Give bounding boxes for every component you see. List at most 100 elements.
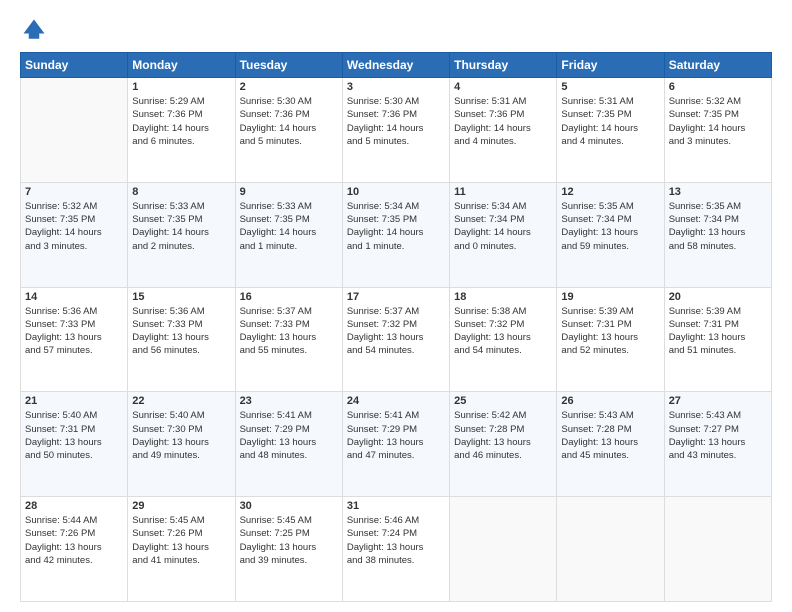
weekday-header-sunday: Sunday bbox=[21, 53, 128, 78]
day-info: Sunrise: 5:30 AM Sunset: 7:36 PM Dayligh… bbox=[240, 95, 338, 148]
day-number: 25 bbox=[454, 395, 552, 407]
day-cell: 21 Sunrise: 5:40 AM Sunset: 7:31 PM Dayli… bbox=[21, 392, 128, 497]
day-number: 21 bbox=[25, 395, 123, 407]
day-cell: 20 Sunrise: 5:39 AM Sunset: 7:31 PM Dayli… bbox=[664, 287, 771, 392]
day-info: Sunrise: 5:46 AM Sunset: 7:24 PM Dayligh… bbox=[347, 514, 445, 567]
day-cell: 7 Sunrise: 5:32 AM Sunset: 7:35 PM Daylig… bbox=[21, 182, 128, 287]
day-number: 5 bbox=[561, 81, 659, 93]
day-cell: 13 Sunrise: 5:35 AM Sunset: 7:34 PM Dayli… bbox=[664, 182, 771, 287]
day-number: 23 bbox=[240, 395, 338, 407]
page: SundayMondayTuesdayWednesdayThursdayFrid… bbox=[0, 0, 792, 612]
weekday-header-friday: Friday bbox=[557, 53, 664, 78]
day-cell bbox=[557, 497, 664, 602]
day-info: Sunrise: 5:37 AM Sunset: 7:32 PM Dayligh… bbox=[347, 305, 445, 358]
day-cell: 10 Sunrise: 5:34 AM Sunset: 7:35 PM Dayli… bbox=[342, 182, 449, 287]
day-number: 8 bbox=[132, 186, 230, 198]
day-cell: 3Sunrise: 5:30 AM Sunset: 7:36 PM Daylig… bbox=[342, 78, 449, 183]
day-info: Sunrise: 5:40 AM Sunset: 7:30 PM Dayligh… bbox=[132, 409, 230, 462]
day-number: 29 bbox=[132, 500, 230, 512]
day-number: 22 bbox=[132, 395, 230, 407]
week-row-3: 14Sunrise: 5:36 AM Sunset: 7:33 PM Dayli… bbox=[21, 287, 772, 392]
logo-icon bbox=[20, 16, 48, 44]
day-cell: 14Sunrise: 5:36 AM Sunset: 7:33 PM Dayli… bbox=[21, 287, 128, 392]
day-info: Sunrise: 5:34 AM Sunset: 7:34 PM Dayligh… bbox=[454, 200, 552, 253]
day-number: 20 bbox=[669, 291, 767, 303]
day-number: 26 bbox=[561, 395, 659, 407]
day-info: Sunrise: 5:31 AM Sunset: 7:35 PM Dayligh… bbox=[561, 95, 659, 148]
weekday-header-wednesday: Wednesday bbox=[342, 53, 449, 78]
weekday-header-tuesday: Tuesday bbox=[235, 53, 342, 78]
day-number: 11 bbox=[454, 186, 552, 198]
day-number: 12 bbox=[561, 186, 659, 198]
day-info: Sunrise: 5:34 AM Sunset: 7:35 PM Dayligh… bbox=[347, 200, 445, 253]
day-number: 7 bbox=[25, 186, 123, 198]
week-row-2: 7 Sunrise: 5:32 AM Sunset: 7:35 PM Daylig… bbox=[21, 182, 772, 287]
day-info: Sunrise: 5:31 AM Sunset: 7:36 PM Dayligh… bbox=[454, 95, 552, 148]
day-info: Sunrise: 5:33 AM Sunset: 7:35 PM Dayligh… bbox=[240, 200, 338, 253]
weekday-header-monday: Monday bbox=[128, 53, 235, 78]
day-info: Sunrise: 5:32 AM Sunset: 7:35 PM Dayligh… bbox=[25, 200, 123, 253]
day-info: Sunrise: 5:36 AM Sunset: 7:33 PM Dayligh… bbox=[132, 305, 230, 358]
day-info: Sunrise: 5:40 AM Sunset: 7:31 PM Dayligh… bbox=[25, 409, 123, 462]
weekday-header-thursday: Thursday bbox=[450, 53, 557, 78]
day-info: Sunrise: 5:39 AM Sunset: 7:31 PM Dayligh… bbox=[561, 305, 659, 358]
day-info: Sunrise: 5:39 AM Sunset: 7:31 PM Dayligh… bbox=[669, 305, 767, 358]
calendar-table: SundayMondayTuesdayWednesdayThursdayFrid… bbox=[20, 52, 772, 602]
day-cell: 31 Sunrise: 5:46 AM Sunset: 7:24 PM Dayli… bbox=[342, 497, 449, 602]
day-info: Sunrise: 5:38 AM Sunset: 7:32 PM Dayligh… bbox=[454, 305, 552, 358]
day-info: Sunrise: 5:36 AM Sunset: 7:33 PM Dayligh… bbox=[25, 305, 123, 358]
day-number: 31 bbox=[347, 500, 445, 512]
day-info: Sunrise: 5:44 AM Sunset: 7:26 PM Dayligh… bbox=[25, 514, 123, 567]
day-info: Sunrise: 5:29 AM Sunset: 7:36 PM Dayligh… bbox=[132, 95, 230, 148]
week-row-1: 1Sunrise: 5:29 AM Sunset: 7:36 PM Daylig… bbox=[21, 78, 772, 183]
day-info: Sunrise: 5:35 AM Sunset: 7:34 PM Dayligh… bbox=[561, 200, 659, 253]
day-cell: 26Sunrise: 5:43 AM Sunset: 7:28 PM Dayli… bbox=[557, 392, 664, 497]
day-info: Sunrise: 5:41 AM Sunset: 7:29 PM Dayligh… bbox=[347, 409, 445, 462]
day-cell: 19 Sunrise: 5:39 AM Sunset: 7:31 PM Dayli… bbox=[557, 287, 664, 392]
day-number: 4 bbox=[454, 81, 552, 93]
day-cell: 29 Sunrise: 5:45 AM Sunset: 7:26 PM Dayli… bbox=[128, 497, 235, 602]
day-cell: 22 Sunrise: 5:40 AM Sunset: 7:30 PM Dayli… bbox=[128, 392, 235, 497]
day-cell: 23Sunrise: 5:41 AM Sunset: 7:29 PM Dayli… bbox=[235, 392, 342, 497]
day-info: Sunrise: 5:33 AM Sunset: 7:35 PM Dayligh… bbox=[132, 200, 230, 253]
logo bbox=[20, 16, 52, 44]
day-cell bbox=[664, 497, 771, 602]
day-number: 9 bbox=[240, 186, 338, 198]
day-info: Sunrise: 5:45 AM Sunset: 7:26 PM Dayligh… bbox=[132, 514, 230, 567]
day-cell: 4 Sunrise: 5:31 AM Sunset: 7:36 PM Daylig… bbox=[450, 78, 557, 183]
day-number: 6 bbox=[669, 81, 767, 93]
day-cell: 8 Sunrise: 5:33 AM Sunset: 7:35 PM Daylig… bbox=[128, 182, 235, 287]
day-cell: 28 Sunrise: 5:44 AM Sunset: 7:26 PM Dayli… bbox=[21, 497, 128, 602]
week-row-5: 28 Sunrise: 5:44 AM Sunset: 7:26 PM Dayli… bbox=[21, 497, 772, 602]
day-info: Sunrise: 5:37 AM Sunset: 7:33 PM Dayligh… bbox=[240, 305, 338, 358]
day-number: 16 bbox=[240, 291, 338, 303]
day-number: 10 bbox=[347, 186, 445, 198]
day-cell: 27Sunrise: 5:43 AM Sunset: 7:27 PM Dayli… bbox=[664, 392, 771, 497]
day-number: 13 bbox=[669, 186, 767, 198]
day-number: 19 bbox=[561, 291, 659, 303]
day-number: 3 bbox=[347, 81, 445, 93]
day-number: 30 bbox=[240, 500, 338, 512]
day-cell bbox=[21, 78, 128, 183]
day-cell: 30 Sunrise: 5:45 AM Sunset: 7:25 PM Dayli… bbox=[235, 497, 342, 602]
day-number: 27 bbox=[669, 395, 767, 407]
day-cell: 25 Sunrise: 5:42 AM Sunset: 7:28 PM Dayli… bbox=[450, 392, 557, 497]
day-cell: 1Sunrise: 5:29 AM Sunset: 7:36 PM Daylig… bbox=[128, 78, 235, 183]
day-cell: 24 Sunrise: 5:41 AM Sunset: 7:29 PM Dayli… bbox=[342, 392, 449, 497]
day-number: 28 bbox=[25, 500, 123, 512]
day-cell: 18Sunrise: 5:38 AM Sunset: 7:32 PM Dayli… bbox=[450, 287, 557, 392]
day-cell bbox=[450, 497, 557, 602]
day-cell: 15Sunrise: 5:36 AM Sunset: 7:33 PM Dayli… bbox=[128, 287, 235, 392]
day-info: Sunrise: 5:42 AM Sunset: 7:28 PM Dayligh… bbox=[454, 409, 552, 462]
header bbox=[20, 16, 772, 44]
day-cell: 5 Sunrise: 5:31 AM Sunset: 7:35 PM Daylig… bbox=[557, 78, 664, 183]
day-cell: 2 Sunrise: 5:30 AM Sunset: 7:36 PM Daylig… bbox=[235, 78, 342, 183]
day-info: Sunrise: 5:45 AM Sunset: 7:25 PM Dayligh… bbox=[240, 514, 338, 567]
weekday-header-row: SundayMondayTuesdayWednesdayThursdayFrid… bbox=[21, 53, 772, 78]
day-number: 2 bbox=[240, 81, 338, 93]
day-cell: 17 Sunrise: 5:37 AM Sunset: 7:32 PM Dayli… bbox=[342, 287, 449, 392]
weekday-header-saturday: Saturday bbox=[664, 53, 771, 78]
day-info: Sunrise: 5:35 AM Sunset: 7:34 PM Dayligh… bbox=[669, 200, 767, 253]
day-number: 17 bbox=[347, 291, 445, 303]
day-number: 24 bbox=[347, 395, 445, 407]
